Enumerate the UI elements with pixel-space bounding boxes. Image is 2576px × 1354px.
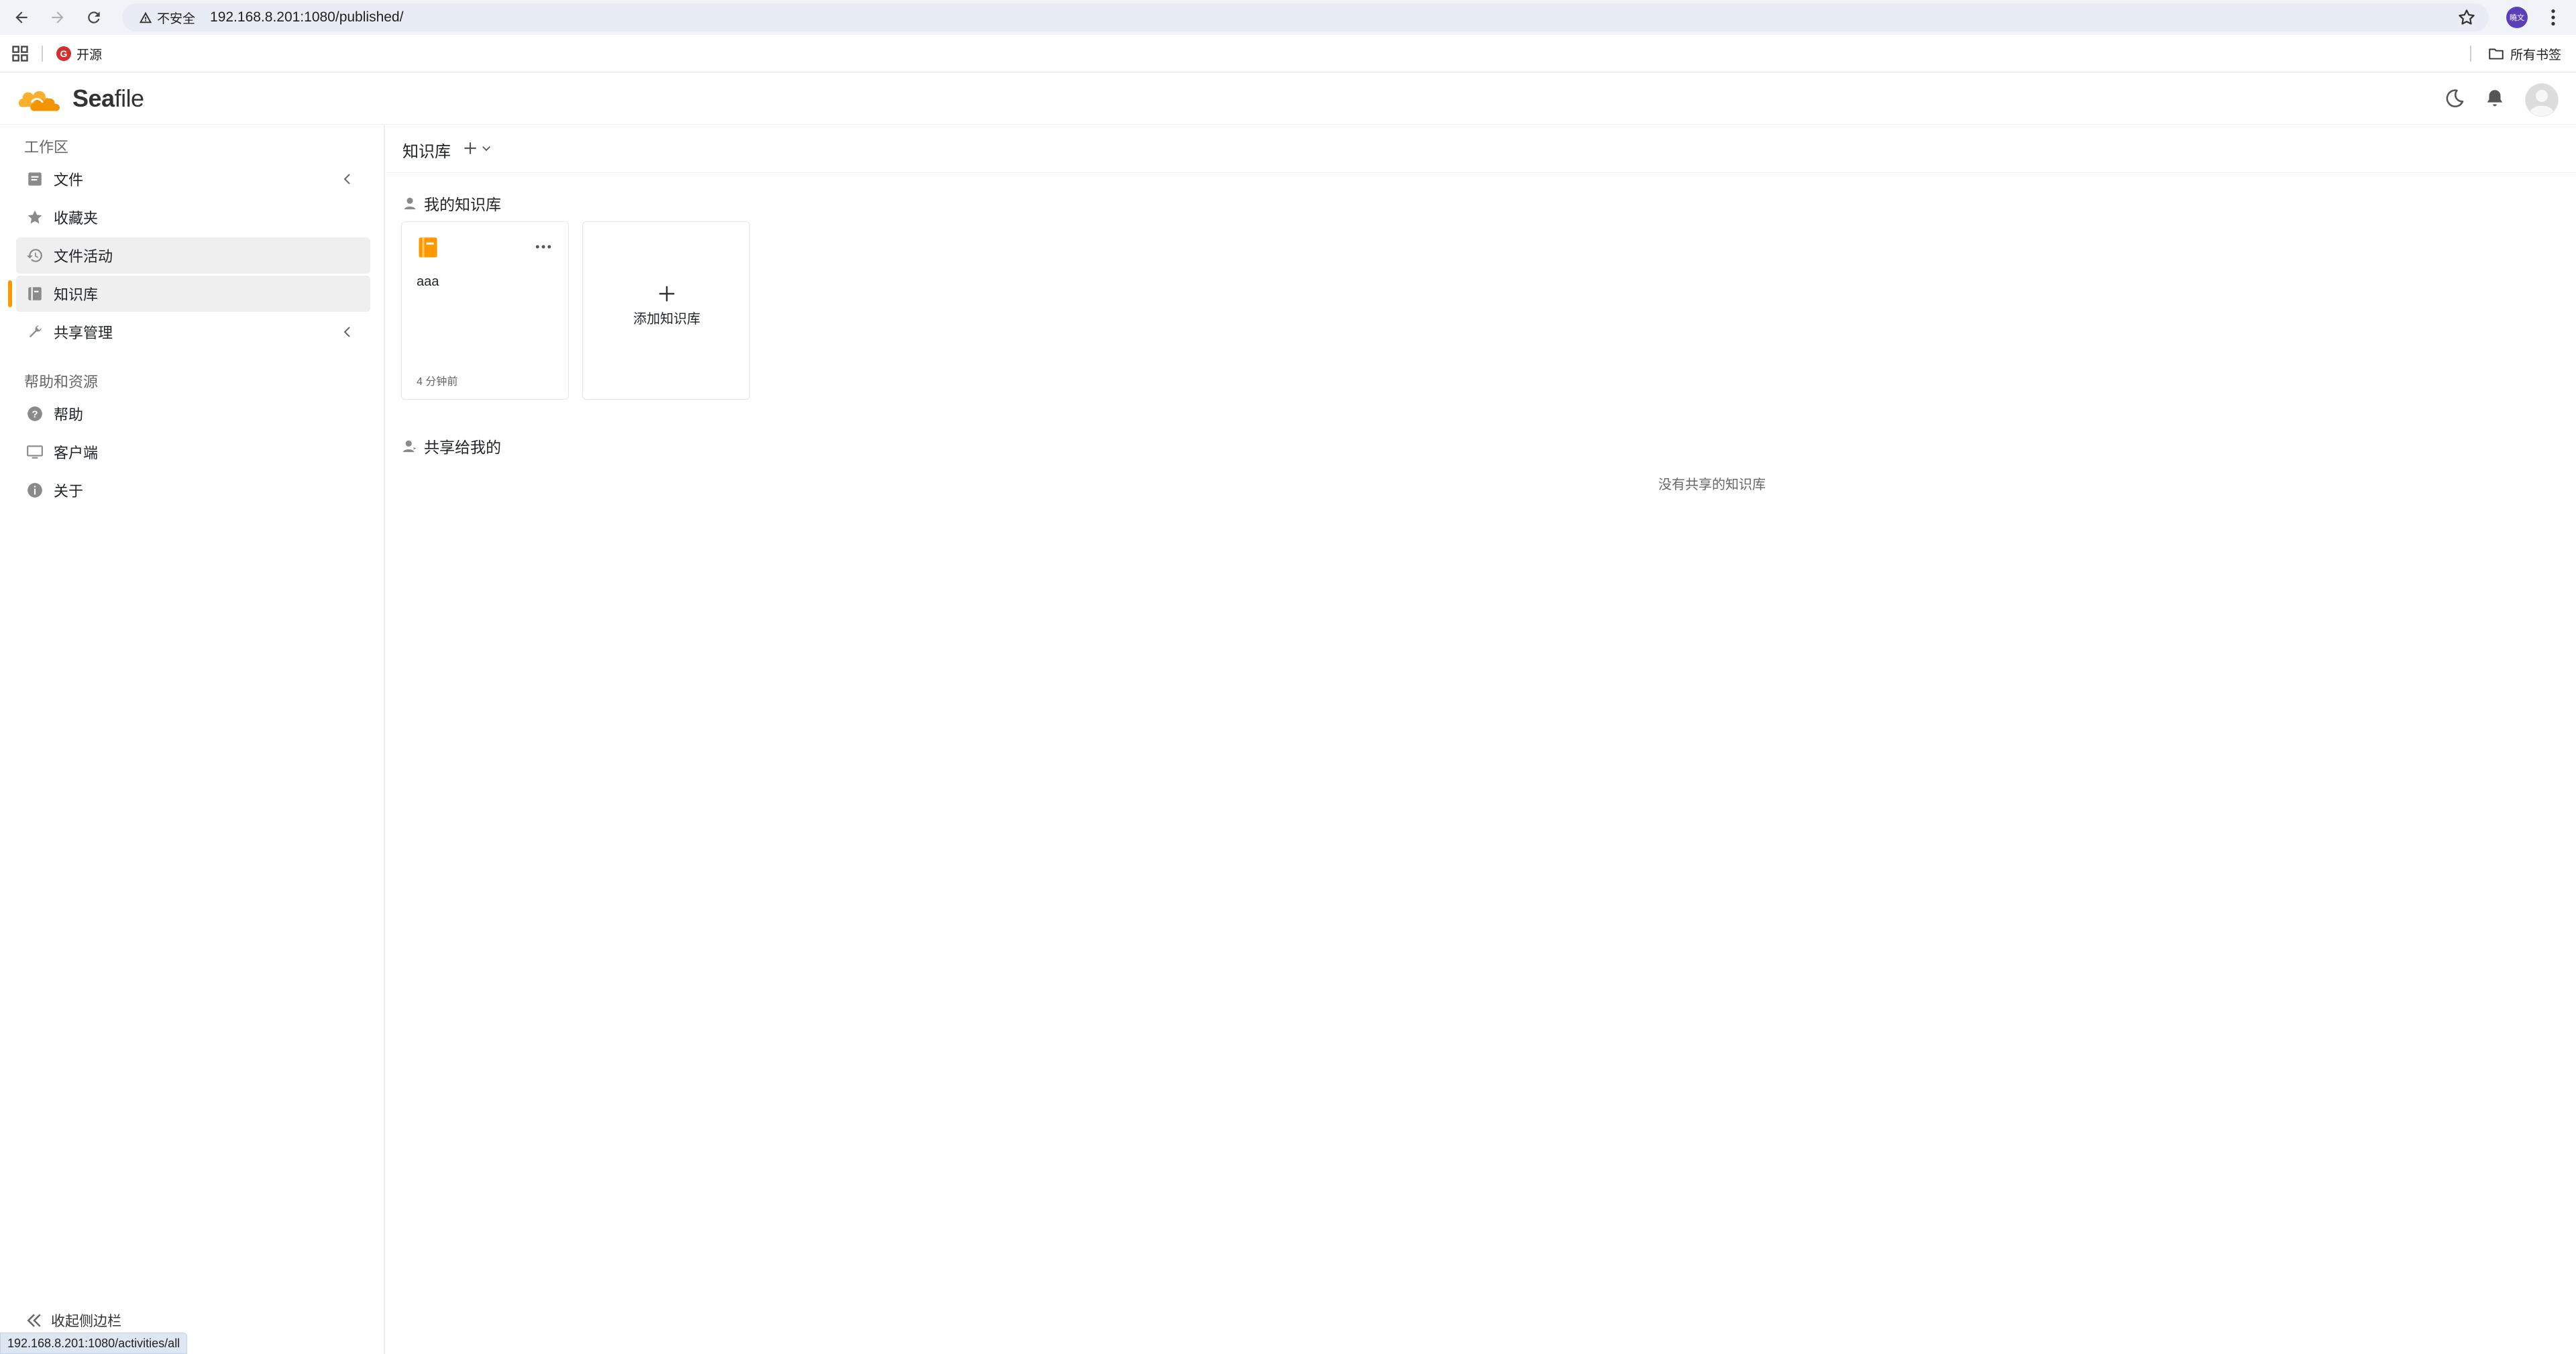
sidebar-item-share-admin[interactable]: 共享管理	[16, 314, 370, 350]
reload-icon	[88, 11, 100, 23]
more-horizontal-icon[interactable]	[533, 237, 553, 257]
workspace-heading: 工作区	[24, 139, 69, 156]
double-chevron-left-icon	[27, 1314, 41, 1327]
sidebar-item-clients[interactable]: 客户端	[16, 434, 370, 470]
sidebar-item-label: 客户端	[54, 445, 99, 461]
wiki-icon	[25, 284, 44, 303]
status-bar-url: 192.168.8.201:1080/activities/all	[0, 1333, 188, 1354]
sidebar-item-files[interactable]: 文件	[16, 161, 370, 197]
page-title: 知识库	[402, 143, 451, 161]
arrow-left-icon	[15, 11, 28, 23]
add-wiki-content: 添加知识库	[583, 284, 751, 327]
sidebar-item-label: 文件活动	[54, 248, 113, 265]
add-wiki-label: 添加知识库	[633, 312, 700, 327]
apps-grid-icon[interactable]	[11, 44, 30, 63]
bookmarks-bar: G 开源 所有书签	[0, 35, 2576, 72]
all-bookmarks-button[interactable]: 所有书签	[2487, 43, 2561, 64]
sidebar-item-about[interactable]: 关于	[16, 472, 370, 508]
sidebar-item-wiki[interactable]: 知识库	[16, 276, 370, 312]
arrow-right-icon	[52, 11, 64, 23]
all-bookmarks-label: 所有书签	[2510, 48, 2562, 62]
sidebar-item-label: 文件	[54, 172, 84, 188]
bookmark-label: 开源	[76, 48, 103, 62]
back-button[interactable]	[7, 3, 36, 32]
security-label: 不安全	[157, 11, 196, 26]
browser-toolbar: 不安全 192.168.8.201:1080/published/ 曉文	[0, 0, 2576, 35]
my-wikis-heading-label: 我的知识库	[424, 196, 501, 213]
sidebar-item-label: 帮助	[54, 406, 84, 423]
bookmark-star-icon[interactable]	[2457, 7, 2477, 27]
shared-wikis-heading: 共享给我的	[402, 435, 501, 457]
wiki-card[interactable]: aaa 4 分钟前	[401, 221, 569, 400]
add-wiki-card[interactable]: 添加知识库	[582, 221, 750, 400]
active-indicator	[8, 280, 12, 307]
sidebar-item-label: 知识库	[54, 286, 99, 303]
file-icon	[25, 170, 44, 188]
address-bar[interactable]: 不安全 192.168.8.201:1080/published/	[122, 3, 2489, 32]
sidebar-item-label: 关于	[54, 483, 84, 500]
reload-button[interactable]	[79, 3, 109, 32]
url-text[interactable]: 192.168.8.201:1080/published/	[210, 9, 403, 25]
bookmark-separator	[42, 46, 43, 62]
bookmark-favicon: G	[56, 46, 71, 61]
sidebar-item-activities[interactable]: 文件活动	[16, 237, 370, 274]
user-avatar[interactable]	[2525, 83, 2559, 117]
seafile-logo[interactable]: Seafile	[16, 82, 144, 115]
dark-mode-icon[interactable]	[2443, 87, 2466, 110]
sidebar-item-help[interactable]: ? 帮助	[16, 396, 370, 432]
user-silhouette-icon	[2526, 84, 2558, 117]
wrench-icon	[25, 323, 44, 341]
wiki-book-icon	[419, 237, 437, 258]
history-icon	[25, 246, 44, 265]
chevron-left-icon	[343, 327, 350, 337]
forward-button[interactable]	[43, 3, 72, 32]
profile-avatar[interactable]: 曉文	[2506, 7, 2528, 28]
more-vert-icon[interactable]	[2542, 7, 2564, 28]
chevron-down-icon	[482, 146, 490, 152]
collapse-sidebar-label: 收起侧边栏	[51, 1314, 121, 1329]
bookmark-item[interactable]: G 开源	[56, 43, 102, 64]
logo-text: Seafile	[72, 84, 144, 112]
add-wiki-dropdown[interactable]	[462, 137, 496, 160]
warning-icon	[139, 11, 152, 23]
sidebar: 工作区 文件 收藏夹 文件活动 知识库 共享管理 帮助和资源 ? 帮助 客户端 …	[0, 125, 385, 1354]
user-icon	[404, 197, 416, 210]
app-header: Seafile	[0, 72, 2576, 125]
sidebar-item-label: 收藏夹	[54, 210, 99, 227]
seafile-cloud-icon	[18, 91, 60, 111]
wiki-name[interactable]: aaa	[417, 274, 439, 290]
help-heading: 帮助和资源	[24, 374, 99, 390]
shared-wikis-heading-label: 共享给我的	[424, 439, 501, 456]
plus-icon	[464, 142, 476, 154]
sidebar-item-label: 共享管理	[54, 325, 113, 341]
info-icon	[25, 481, 44, 500]
my-wikis-heading: 我的知识库	[402, 192, 501, 215]
wiki-updated-time: 4 分钟前	[417, 376, 458, 388]
shared-user-icon	[402, 440, 417, 453]
bookmark-separator-right	[2470, 46, 2471, 62]
chevron-left-icon	[343, 174, 350, 184]
notification-bell-icon[interactable]	[2483, 87, 2506, 110]
sidebar-item-favorites[interactable]: 收藏夹	[16, 199, 370, 235]
main-content: 知识库 我的知识库 aaa 4 分钟前 添加知识库 共享给我的 没有共享的知识库	[386, 125, 2576, 1354]
plus-icon	[659, 286, 675, 302]
security-indicator[interactable]: 不安全	[130, 7, 203, 28]
main-topbar: 知识库	[386, 125, 2576, 173]
help-icon: ?	[25, 404, 44, 423]
star-icon	[25, 208, 44, 227]
folder-icon	[2489, 48, 2504, 60]
collapse-sidebar-button[interactable]: 收起侧边栏	[24, 1310, 121, 1331]
shared-empty-message: 没有共享的知识库	[1658, 477, 1766, 492]
monitor-icon	[25, 443, 44, 461]
svg-text:?: ?	[32, 408, 38, 420]
